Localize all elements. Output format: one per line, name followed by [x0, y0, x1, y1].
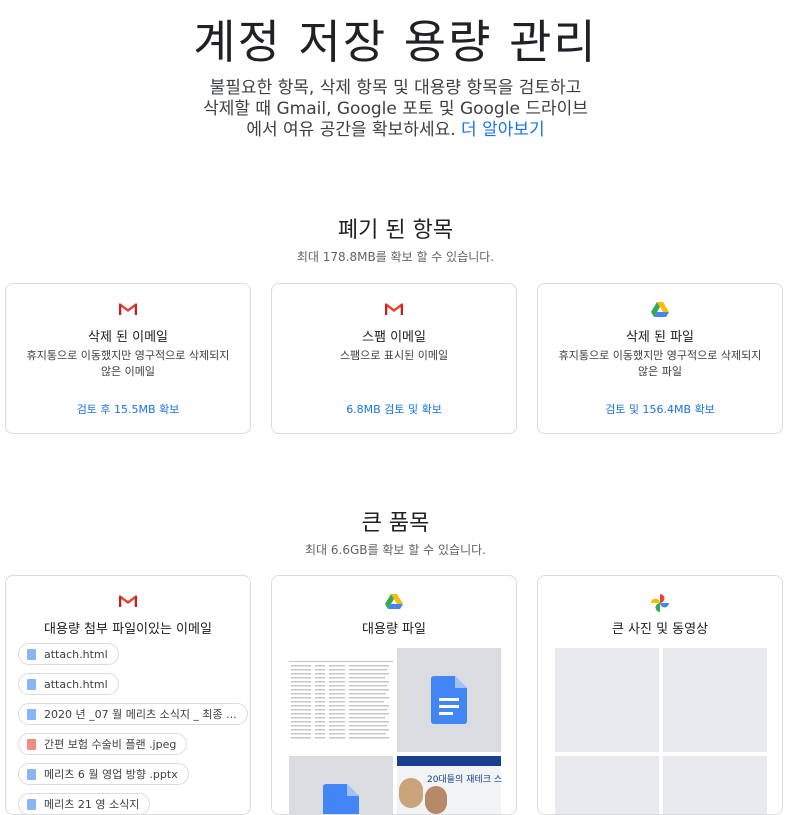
photo-thumbnail[interactable]	[555, 648, 659, 752]
attachment-chip[interactable]: 2020 년 _07 월 메리츠 소식지 _ 최종 ...	[18, 703, 248, 725]
doc-file-icon	[27, 798, 36, 810]
doc-file-icon	[27, 678, 36, 690]
file-thumbnail[interactable]	[289, 756, 393, 814]
attachment-chip[interactable]: attach.html	[18, 643, 119, 665]
image-thumbnail[interactable]: 20대들의 재테크 스	[397, 756, 503, 814]
discarded-section-title: 폐기 된 항목	[337, 218, 454, 243]
deleted-emails-card[interactable]: 삭제 된 이메일 휴지통으로 이동했지만 영구적으로 삭제되지 않은 이메일 검…	[5, 283, 251, 434]
thumbnail-text: 20대들의 재테크 스	[427, 775, 503, 785]
review-action-link[interactable]: 6.8MB 검토 및 확보	[272, 401, 516, 417]
attachment-chip[interactable]: 간편 보험 수술비 플랜 .jpeg	[18, 733, 188, 755]
photos-icon	[538, 594, 782, 614]
page-intro: 불필요한 항목, 삭제 항목 및 대용량 항목을 검토하고 삭제할 때 Gmai…	[150, 78, 641, 141]
page-title: 계정 저장 용량 관리	[193, 15, 598, 69]
thumbnail-banner	[397, 756, 501, 766]
thumbnail-face	[399, 778, 423, 808]
card-title: 큰 사진 및 동영상	[611, 622, 709, 637]
card-description: 휴지통으로 이동했지만 영구적으로 삭제되지 않은 이메일	[26, 349, 230, 378]
image-file-icon	[27, 738, 36, 750]
large-photos-card[interactable]: 큰 사진 및 동영상	[537, 575, 783, 815]
large-files-card[interactable]: 대용량 파일 20대들의 재테크 스	[271, 575, 517, 815]
deleted-files-card[interactable]: 삭제 된 파일 휴지통으로 이동했지만 영구적으로 삭제되지 않은 파일 검토 …	[537, 283, 783, 434]
card-title: 삭제 된 이메일	[87, 330, 169, 345]
gmail-icon	[6, 302, 250, 322]
intro-line-1: 불필요한 항목, 삭제 항목 및 대용량 항목을 검토하고	[209, 78, 582, 98]
card-description: 스팸으로 표시된 이메일	[339, 349, 449, 362]
spam-emails-card[interactable]: 스팸 이메일 스팸으로 표시된 이메일 6.8MB 검토 및 확보	[271, 283, 517, 434]
drive-icon	[272, 594, 516, 614]
attachment-chip[interactable]: 메리츠 6 월 영업 방향 .pptx	[18, 763, 189, 785]
gmail-icon	[272, 302, 516, 322]
spreadsheet-thumbnail[interactable]	[289, 657, 393, 746]
review-action-link[interactable]: 검토 후 15.5MB 확보	[6, 401, 250, 417]
attachment-chip[interactable]: 메리츠 21 영 소식지	[18, 793, 151, 814]
google-docs-icon	[431, 676, 467, 724]
card-description: 휴지통으로 이동했지만 영구적으로 삭제되지 않은 파일	[558, 349, 762, 378]
gmail-icon	[6, 594, 250, 614]
photo-thumbnail[interactable]	[663, 756, 767, 814]
thumbnail-face	[425, 786, 447, 814]
drive-icon	[538, 302, 782, 322]
large-section-title: 큰 품목	[361, 511, 430, 536]
attachment-chip[interactable]: attach.html	[18, 673, 119, 695]
photo-thumbnail[interactable]	[555, 756, 659, 814]
card-title: 삭제 된 파일	[625, 330, 695, 345]
learn-more-link[interactable]: 더 알아보기	[461, 120, 545, 140]
file-thumbnail[interactable]	[397, 648, 501, 752]
large-section-subtitle: 최대 6.6GB를 확보 할 수 있습니다.	[305, 543, 486, 557]
doc-file-icon	[27, 648, 36, 660]
discarded-section-subtitle: 최대 178.8MB를 확보 할 수 있습니다.	[296, 250, 495, 264]
card-title: 대용량 첨부 파일이있는 이메일	[44, 622, 212, 637]
doc-file-icon	[27, 768, 36, 780]
large-attachments-card[interactable]: 대용량 첨부 파일이있는 이메일 attach.html attach.html…	[5, 575, 251, 815]
card-title: 대용량 파일	[362, 622, 426, 637]
review-action-link[interactable]: 검토 및 156.4MB 확보	[538, 401, 782, 417]
photo-thumbnail[interactable]	[663, 648, 767, 752]
doc-file-icon	[27, 708, 36, 720]
card-title: 스팸 이메일	[362, 330, 426, 345]
intro-line-3: 에서 여유 공간을 확보하세요.	[246, 120, 456, 140]
intro-line-2: 삭제할 때 Gmail, Google 포토 및 Google 드라이브	[203, 99, 588, 119]
